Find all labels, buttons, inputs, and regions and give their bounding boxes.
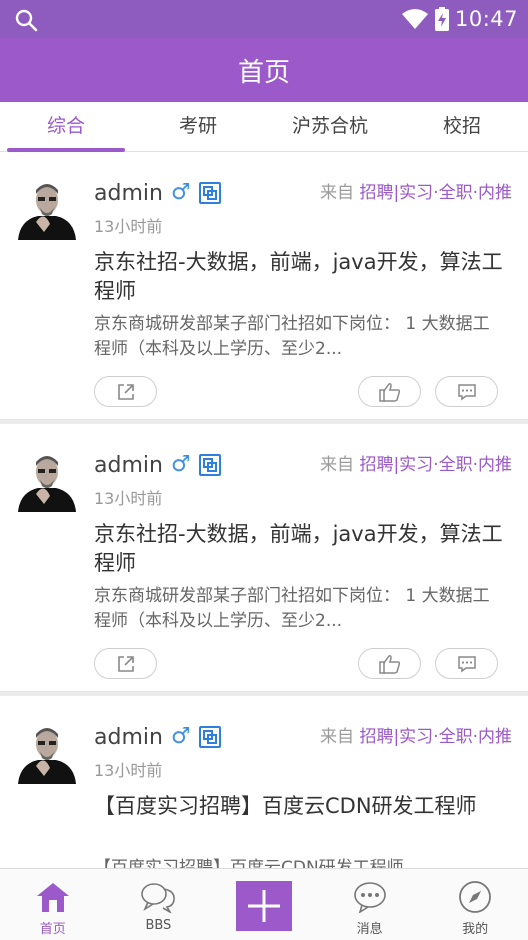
nav-home[interactable]: 首页 [0, 869, 106, 940]
post-title[interactable]: 【百度实习招聘】百度云CDN研发工程师 [94, 792, 506, 821]
comment-icon [457, 383, 476, 400]
home-icon [35, 879, 71, 915]
comment-icon [457, 655, 476, 672]
avatar[interactable] [16, 450, 78, 512]
thumbs-up-icon [378, 654, 400, 674]
tab-husu-hehang[interactable]: 沪苏合杭 [264, 102, 396, 151]
post-source: 来自 招聘|实习·全职·内推 [320, 722, 512, 747]
school-badge-icon [198, 454, 221, 476]
add-post-button[interactable] [235, 881, 292, 931]
chat-bubbles-icon [140, 879, 176, 915]
source-category-link[interactable]: 招聘|实习·全职·内推 [359, 455, 512, 475]
school-badge-icon [198, 182, 221, 204]
comment-button[interactable] [435, 376, 498, 407]
nav-messages[interactable]: 消息 [317, 869, 423, 940]
post-card[interactable]: admin ♂ 13小时前 来自 招聘|实习·全职·内推 【百度实习招聘】百度云… [0, 696, 528, 868]
nav-add-post[interactable] [211, 869, 317, 940]
share-button[interactable] [94, 376, 157, 407]
like-button[interactable] [358, 648, 421, 679]
nav-bbs[interactable]: BBS [106, 869, 212, 940]
male-icon: ♂ [170, 180, 191, 205]
post-excerpt[interactable]: 京东商城研发部某子部门社招如下岗位： 1 大数据工程师（本科及以上学历、至少2.… [94, 584, 506, 634]
author-name[interactable]: admin [94, 725, 163, 750]
tab-general[interactable]: 综合 [0, 102, 132, 152]
share-icon [117, 383, 134, 400]
search-icon[interactable] [14, 8, 38, 32]
post-time: 13小时前 [94, 217, 163, 236]
page-title: 首页 [237, 57, 290, 88]
post-time: 13小时前 [94, 761, 163, 780]
share-icon [117, 655, 134, 672]
source-category-link[interactable]: 招聘|实习·全职·内推 [359, 727, 512, 747]
status-bar: 10:47 [0, 0, 528, 38]
clock: 10:47 [454, 7, 518, 31]
nav-messages-label: 消息 [356, 922, 383, 937]
status-icons: 10:47 [401, 4, 518, 34]
source-prefix: 来自 [320, 183, 355, 203]
like-button[interactable] [358, 376, 421, 407]
post-excerpt[interactable]: 京东商城研发部某子部门社招如下岗位： 1 大数据工程师（本科及以上学历、至少2.… [94, 312, 506, 362]
nav-bbs-label: BBS [145, 918, 172, 933]
author-row: admin ♂ [94, 722, 221, 752]
source-prefix: 来自 [320, 727, 355, 747]
source-prefix: 来自 [320, 455, 355, 475]
share-button[interactable] [94, 648, 157, 679]
nav-home-label: 首页 [39, 922, 66, 937]
avatar[interactable] [16, 722, 78, 784]
compass-icon [457, 879, 493, 915]
nav-mine-label: 我的 [462, 922, 489, 937]
male-icon: ♂ [170, 724, 191, 749]
battery-charging-icon [434, 7, 449, 31]
post-time: 13小时前 [94, 489, 163, 508]
message-icon [352, 879, 388, 915]
plus-icon [247, 890, 280, 922]
male-icon: ♂ [170, 452, 191, 477]
bottom-nav: 首页 BBS 消息 我的 [0, 868, 528, 940]
tab-kaoyan[interactable]: 考研 [132, 102, 264, 151]
app-bar: 首页 [0, 38, 528, 102]
author-name[interactable]: admin [94, 453, 163, 478]
post-title[interactable]: 京东社招-大数据，前端，java开发，算法工程师 [94, 248, 506, 306]
author-row: admin ♂ [94, 450, 221, 480]
post-source: 来自 招聘|实习·全职·内推 [320, 450, 512, 475]
wifi-icon [401, 9, 428, 29]
author-row: admin ♂ [94, 178, 221, 208]
comment-button[interactable] [435, 648, 498, 679]
category-tabs: 综合 考研 沪苏合杭 校招 [0, 102, 528, 152]
post-feed[interactable]: admin ♂ 13小时前 来自 招聘|实习·全职·内推 京东社招-大数据，前端… [0, 152, 528, 868]
post-card[interactable]: admin ♂ 13小时前 来自 招聘|实习·全职·内推 京东社招-大数据，前端… [0, 152, 528, 420]
source-category-link[interactable]: 招聘|实习·全职·内推 [359, 183, 512, 203]
post-card[interactable]: admin ♂ 13小时前 来自 招聘|实习·全职·内推 京东社招-大数据，前端… [0, 424, 528, 692]
post-source: 来自 招聘|实习·全职·内推 [320, 178, 512, 203]
post-title[interactable]: 京东社招-大数据，前端，java开发，算法工程师 [94, 520, 506, 578]
tab-campus-recruit[interactable]: 校招 [396, 102, 528, 151]
school-badge-icon [198, 726, 221, 748]
nav-mine[interactable]: 我的 [422, 869, 528, 940]
thumbs-up-icon [378, 382, 400, 402]
post-excerpt[interactable]: 【百度实习招聘】百度云CDN研发工程师 [94, 856, 506, 868]
avatar[interactable] [16, 178, 78, 240]
author-name[interactable]: admin [94, 181, 163, 206]
